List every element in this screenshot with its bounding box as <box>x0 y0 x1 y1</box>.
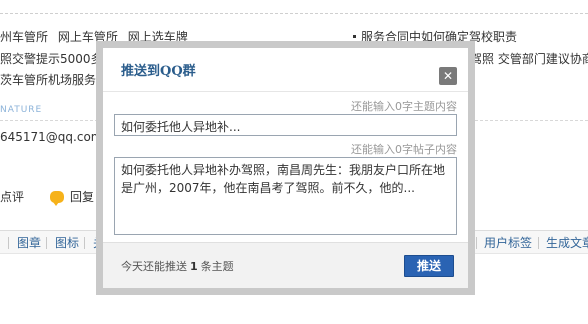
reply-label: 回复 <box>70 190 95 204</box>
post-char-hint: 还能输入0字帖子内容 <box>351 143 457 156</box>
author-email: 645171@qq.com <box>0 130 103 144</box>
toolbar-separator <box>46 237 47 249</box>
topic-input[interactable]: 如何委托他人异地补... <box>114 114 457 136</box>
dialog-footer: 今天还能推送 1 条主题 推送 <box>103 242 468 288</box>
quota-suffix: 条主题 <box>200 260 234 273</box>
push-to-qq-group-dialog: 推送到QQ群 ✕ 还能输入0字主题内容 如何委托他人异地补... 还能输入0字帖… <box>103 48 468 288</box>
link-car-admin[interactable]: 州车管所 <box>0 30 48 44</box>
related-link-line2-right[interactable]: 驾照 交管部门建议协商 <box>470 51 588 67</box>
dialog-header: 推送到QQ群 <box>103 48 468 92</box>
push-quota-text: 今天还能推送 1 条主题 <box>121 258 234 274</box>
toolbar-stamp[interactable]: 图章 <box>17 234 41 251</box>
dialog-title: 推送到QQ群 <box>121 64 196 79</box>
rate-label: 点评 <box>0 190 25 204</box>
toolbar-separator <box>84 237 85 249</box>
dialog-frame: 推送到QQ群 ✕ 还能输入0字主题内容 如何委托他人异地补... 还能输入0字帖… <box>96 41 475 295</box>
quota-count: 1 <box>190 260 198 273</box>
topic-char-hint: 还能输入0字主题内容 <box>351 100 457 113</box>
reply-action[interactable]: 回复 <box>50 188 95 206</box>
quota-prefix: 今天还能推送 <box>121 260 187 273</box>
reply-bubble-icon <box>50 190 65 206</box>
toolbar-separator <box>8 237 9 249</box>
toolbar-icon[interactable]: 图标 <box>55 234 79 251</box>
close-icon[interactable]: ✕ <box>439 67 457 85</box>
rate-action[interactable]: 点评 <box>0 188 24 205</box>
top-divider <box>0 13 588 14</box>
post-actions: 点评 回复 <box>0 188 95 206</box>
toolbar-separator <box>538 237 539 249</box>
related-link-line3-left[interactable]: 茨车管所机场服务站 <box>0 72 108 88</box>
toolbar-generate-article[interactable]: 生成文章 <box>546 234 588 251</box>
bullet-icon <box>353 35 356 38</box>
push-button[interactable]: 推送 <box>404 255 454 277</box>
toolbar-separator <box>476 237 477 249</box>
toolbar-user-tags[interactable]: 用户标签 <box>484 234 532 251</box>
signature-label: NATURE <box>0 105 43 115</box>
post-content-textarea[interactable]: 如何委托他人异地补办驾照，南昌周先生：我朋友户口所在地是广州，2007年，他在南… <box>114 157 457 235</box>
